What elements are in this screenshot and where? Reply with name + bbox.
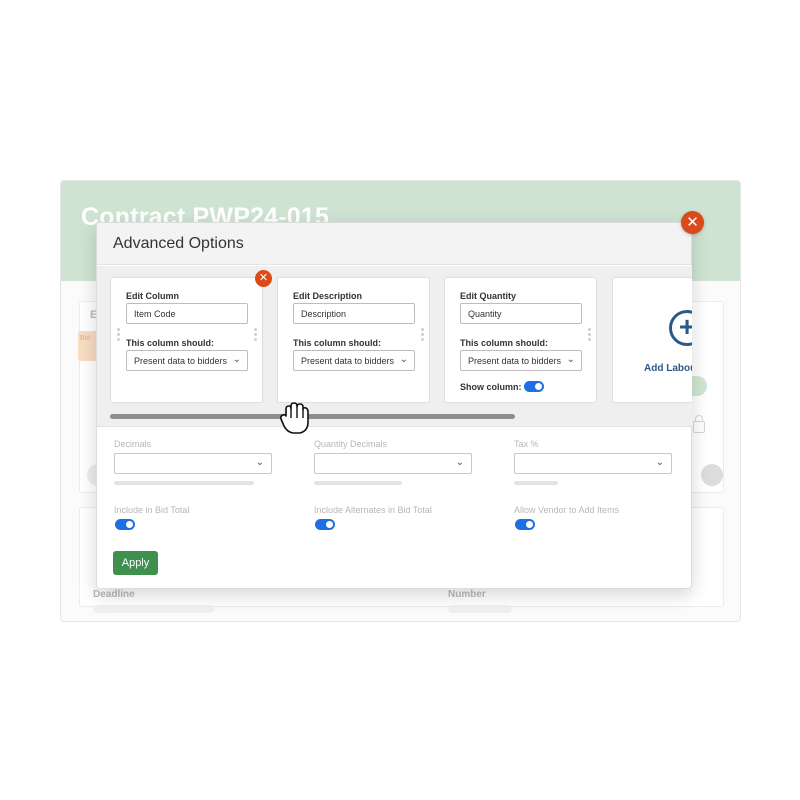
tax-label: Tax % — [514, 439, 539, 449]
column-name-input[interactable]: Item Code — [126, 303, 248, 324]
lock-icon — [693, 415, 705, 433]
include-bid-total-toggle[interactable] — [115, 519, 135, 530]
allow-vendor-label: Allow Vendor to Add Items — [514, 505, 620, 515]
screen: Contract PWP24-015 E Bid &A Deadline Num… — [0, 0, 800, 800]
allow-vendor-toggle[interactable] — [515, 519, 535, 530]
modal-title: Advanced Options — [113, 235, 244, 252]
drag-handle-icon[interactable] — [254, 328, 257, 342]
tax-select[interactable]: ⌄ — [514, 453, 672, 474]
advanced-options-modal: Advanced Options ✕ Edit Column Item Code… — [96, 211, 704, 589]
decimals-label: Decimals — [114, 439, 152, 449]
chevron-down-icon: ⌄ — [566, 354, 575, 365]
add-labour-card[interactable]: + Add Labou — [612, 277, 692, 403]
chevron-down-icon: ⌄ — [399, 354, 408, 365]
select-value: Present data to bidders — [468, 356, 562, 366]
column-should-label: This column should: — [293, 338, 381, 348]
close-icon[interactable]: ✕ — [681, 211, 704, 234]
column-heading: Edit Quantity — [460, 291, 516, 301]
chevron-down-icon: ⌄ — [455, 457, 464, 468]
include-alternates-label: Include Alternates in Bid Total — [314, 505, 432, 515]
column-editor-scroller[interactable]: Edit Column Item Code This column should… — [97, 266, 692, 427]
number-label: Number — [448, 589, 486, 600]
drag-handle-icon[interactable] — [421, 328, 424, 342]
select-value: Present data to bidders — [301, 356, 395, 366]
chevron-down-icon: ⌄ — [232, 354, 241, 365]
modal-header: Advanced Options — [97, 223, 691, 265]
column-card-description: Edit Description Description This column… — [277, 277, 430, 403]
tax-hint — [514, 481, 558, 485]
show-column-toggle[interactable] — [524, 381, 544, 392]
column-should-label: This column should: — [460, 338, 548, 348]
include-bid-total-label: Include in Bid Total — [114, 505, 190, 515]
column-card-item-code: Edit Column Item Code This column should… — [110, 277, 263, 403]
bid-tag-text: Bid — [80, 335, 91, 342]
drag-handle-icon[interactable] — [117, 328, 120, 342]
column-name-input[interactable]: Quantity — [460, 303, 582, 324]
decimals-hint — [114, 481, 254, 485]
deadline-label: Deadline — [93, 589, 135, 600]
column-should-label: This column should: — [126, 338, 214, 348]
add-labour-label: Add Labou — [644, 363, 692, 374]
column-visibility-select[interactable]: Present data to bidders ⌄ — [460, 350, 582, 371]
column-card-quantity: Edit Quantity Quantity This column shoul… — [444, 277, 597, 403]
chevron-down-icon: ⌄ — [255, 457, 264, 468]
decimals-select[interactable]: ⌄ — [114, 453, 272, 474]
apply-button[interactable]: Apply — [113, 551, 158, 575]
column-name-input[interactable]: Description — [293, 303, 415, 324]
chevron-down-icon: ⌄ — [655, 457, 664, 468]
remove-column-icon[interactable]: ✕ — [255, 270, 272, 287]
deadline-value — [93, 605, 215, 613]
quantity-decimals-select[interactable]: ⌄ — [314, 453, 472, 474]
column-visibility-select[interactable]: Present data to bidders ⌄ — [293, 350, 415, 371]
drag-handle-icon[interactable] — [588, 328, 591, 342]
grab-cursor-icon — [279, 402, 309, 434]
plus-circle-icon: + — [669, 310, 692, 346]
column-visibility-select[interactable]: Present data to bidders ⌄ — [126, 350, 248, 371]
next-arrow — [701, 464, 723, 486]
show-column-label: Show column: — [460, 382, 522, 392]
select-value: Present data to bidders — [134, 356, 228, 366]
quantity-decimals-hint — [314, 481, 402, 485]
column-heading: Edit Description — [293, 291, 363, 301]
include-alternates-toggle[interactable] — [315, 519, 335, 530]
column-heading: Edit Column — [126, 291, 179, 301]
quantity-decimals-label: Quantity Decimals — [314, 439, 388, 449]
number-value — [448, 605, 512, 613]
